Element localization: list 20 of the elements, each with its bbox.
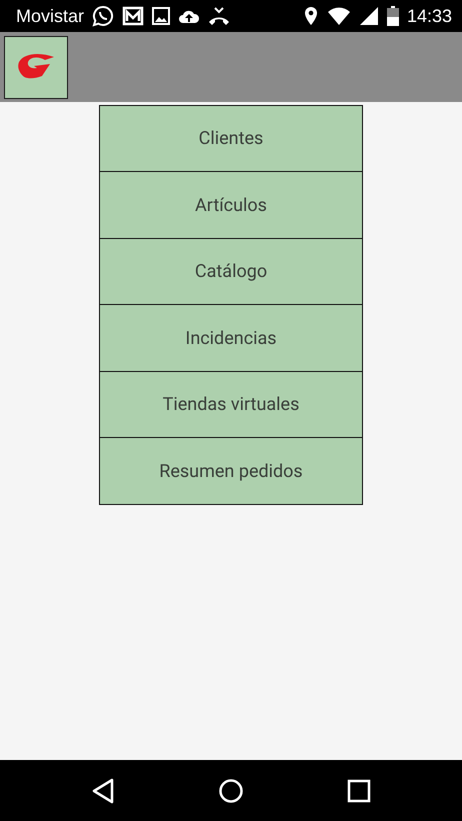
missed-call-icon: [208, 6, 230, 26]
carrier-name: Movistar: [16, 6, 84, 26]
menu-button[interactable]: Resumen pedidos: [99, 437, 363, 505]
location-pin-icon: [302, 6, 319, 26]
chat-bubble-icon: [92, 5, 114, 27]
battery-icon: [386, 6, 399, 26]
menu-button[interactable]: Clientes: [99, 104, 363, 172]
signal-icon: [358, 6, 379, 26]
logo-button[interactable]: [4, 36, 68, 98]
clock-time: 14:33: [406, 6, 452, 26]
image-icon: [152, 7, 170, 25]
menu-button[interactable]: Catálogo: [99, 238, 363, 306]
back-triangle-icon: [91, 778, 116, 804]
home-circle-icon: [218, 778, 244, 804]
recents-square-icon: [346, 778, 371, 802]
mail-icon: [122, 6, 144, 26]
menu-button[interactable]: Tiendas virtuales: [99, 370, 363, 438]
menu-button[interactable]: Artículos: [99, 171, 363, 239]
menu-button[interactable]: Incidencias: [99, 304, 363, 372]
wifi-icon: [326, 6, 351, 26]
